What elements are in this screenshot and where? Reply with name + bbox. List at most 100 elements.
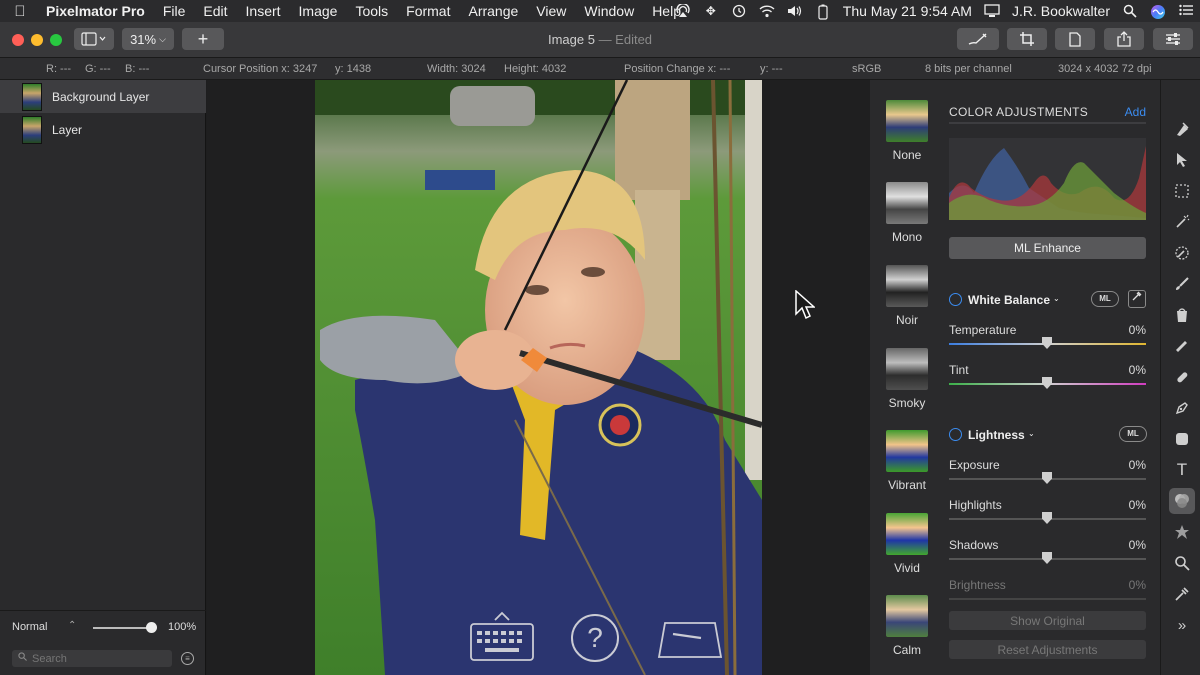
new-document-button[interactable] bbox=[1055, 28, 1095, 50]
notification-center-icon[interactable] bbox=[1178, 4, 1194, 18]
menu-arrange[interactable]: Arrange bbox=[459, 3, 527, 19]
menu-edit[interactable]: Edit bbox=[194, 3, 236, 19]
style-tool-icon[interactable] bbox=[1169, 116, 1195, 142]
white-balance-header[interactable]: White Balance ⌄ ML bbox=[949, 290, 1149, 309]
share-button[interactable] bbox=[1104, 28, 1144, 50]
slider-knob[interactable] bbox=[1042, 337, 1052, 349]
preset-vivid[interactable]: Vivid bbox=[870, 513, 944, 593]
battery-icon[interactable] bbox=[815, 4, 831, 20]
slider-track[interactable] bbox=[949, 598, 1146, 600]
opacity-slider-track[interactable] bbox=[93, 627, 153, 629]
retouch-tool-icon[interactable] bbox=[1169, 364, 1195, 390]
slider-knob[interactable] bbox=[1042, 552, 1052, 564]
menu-insert[interactable]: Insert bbox=[237, 3, 290, 19]
type-tool-icon[interactable]: T bbox=[1169, 457, 1195, 483]
chevron-down-icon[interactable]: ⌄ bbox=[1053, 294, 1060, 303]
quick-selection-tool-icon[interactable] bbox=[1169, 209, 1195, 235]
layer-row-background[interactable]: Background Layer bbox=[0, 80, 206, 113]
shape-tool-icon[interactable] bbox=[1169, 426, 1195, 452]
wifi-icon[interactable] bbox=[759, 4, 775, 18]
reset-adjustments-button[interactable]: Reset Adjustments bbox=[949, 640, 1146, 659]
fullscreen-window-button[interactable] bbox=[50, 34, 62, 46]
apple-menu-icon[interactable]:  bbox=[0, 3, 40, 20]
preset-noir[interactable]: Noir bbox=[870, 265, 944, 345]
photo-archer[interactable] bbox=[315, 80, 762, 675]
menubar-clock[interactable]: Thu May 21 9:54 AM bbox=[843, 3, 972, 19]
menu-format[interactable]: Format bbox=[397, 3, 459, 19]
slider-knob[interactable] bbox=[1042, 377, 1052, 389]
color-picker-tool-icon[interactable] bbox=[1169, 240, 1195, 266]
layer-row-layer[interactable]: Layer bbox=[0, 113, 206, 146]
close-window-button[interactable] bbox=[12, 34, 24, 46]
toggle-circle-icon[interactable] bbox=[949, 428, 962, 441]
menu-window[interactable]: Window bbox=[575, 3, 643, 19]
time-machine-icon[interactable] bbox=[731, 4, 747, 18]
menu-tools[interactable]: Tools bbox=[346, 3, 397, 19]
highlights-slider[interactable]: Highlights 0% bbox=[949, 498, 1146, 532]
eyedropper-tool-icon[interactable] bbox=[1169, 581, 1195, 607]
lightness-ml-button[interactable]: ML bbox=[1119, 426, 1147, 442]
eyedropper-icon[interactable] bbox=[1128, 290, 1146, 308]
paint-brush-tool-icon[interactable] bbox=[1169, 271, 1195, 297]
ml-enhance-button[interactable]: ML Enhance bbox=[949, 237, 1146, 259]
menu-app-name[interactable]: Pixelmator Pro bbox=[40, 3, 154, 19]
slider-knob[interactable] bbox=[1042, 472, 1052, 484]
brightness-slider[interactable]: Brightness 0% bbox=[949, 578, 1146, 600]
preset-none[interactable]: None bbox=[870, 100, 944, 180]
keyboard-icon[interactable] bbox=[469, 610, 535, 667]
blend-mode-stepper-icon[interactable]: ⌃ bbox=[68, 620, 76, 631]
add-adjustment-button[interactable]: Add bbox=[1125, 105, 1146, 119]
pen-tool-icon[interactable] bbox=[1169, 395, 1195, 421]
exposure-slider[interactable]: Exposure 0% bbox=[949, 458, 1146, 492]
zoom-tool-icon[interactable] bbox=[1169, 550, 1195, 576]
siri-icon[interactable] bbox=[1150, 4, 1166, 19]
trackpad-icon[interactable] bbox=[657, 620, 723, 665]
color-adjustments-tool-icon[interactable] bbox=[1169, 488, 1195, 514]
effects-tool-icon[interactable] bbox=[1169, 519, 1195, 545]
show-original-button[interactable]: Show Original bbox=[949, 611, 1146, 630]
tint-label: Tint bbox=[949, 363, 969, 377]
more-tools-icon[interactable]: » bbox=[1169, 612, 1195, 638]
airplay-icon[interactable] bbox=[675, 3, 691, 18]
crop-button[interactable] bbox=[1007, 28, 1047, 50]
toggle-circle-icon[interactable] bbox=[949, 293, 962, 306]
add-button[interactable]: + bbox=[182, 28, 224, 50]
blend-mode-select[interactable]: Normal bbox=[12, 621, 47, 633]
preset-vibrant[interactable]: Vibrant bbox=[870, 430, 944, 510]
chevron-down-icon[interactable]: ⌄ bbox=[1028, 429, 1035, 438]
arrange-tool-icon[interactable] bbox=[1169, 147, 1195, 173]
adjustments-toggle-button[interactable] bbox=[1153, 28, 1193, 50]
preset-smoky[interactable]: Smoky bbox=[870, 348, 944, 428]
paint-tool-button[interactable] bbox=[957, 28, 999, 50]
spotlight-search-icon[interactable] bbox=[1122, 4, 1138, 18]
help-icon[interactable]: ? bbox=[569, 612, 621, 669]
minimize-window-button[interactable] bbox=[31, 34, 43, 46]
blend-controls: Normal ⌃ 100% bbox=[0, 610, 206, 642]
shadows-slider[interactable]: Shadows 0% bbox=[949, 538, 1146, 572]
temperature-slider[interactable]: Temperature 0% bbox=[949, 323, 1146, 357]
menu-image[interactable]: Image bbox=[290, 3, 347, 19]
menu-file[interactable]: File bbox=[154, 3, 195, 19]
search-input[interactable] bbox=[32, 651, 162, 666]
move-icon[interactable]: ✥ bbox=[703, 4, 719, 18]
paint-bucket-tool-icon[interactable] bbox=[1169, 302, 1195, 328]
menu-view[interactable]: View bbox=[527, 3, 575, 19]
display-icon[interactable] bbox=[984, 4, 1000, 18]
menubar-user[interactable]: J.R. Bookwalter bbox=[1012, 3, 1110, 19]
volume-icon[interactable] bbox=[787, 4, 803, 18]
selection-tool-icon[interactable] bbox=[1169, 178, 1195, 204]
slider-knob[interactable] bbox=[1042, 512, 1052, 524]
image-canvas[interactable]: ? bbox=[207, 80, 870, 675]
preset-mono[interactable]: Mono bbox=[870, 182, 944, 262]
zoom-dropdown[interactable]: 31% ⌵ bbox=[122, 28, 174, 50]
white-balance-ml-button[interactable]: ML bbox=[1091, 291, 1119, 307]
sidebar-toggle-button[interactable] bbox=[74, 28, 114, 50]
filter-icon[interactable]: ≡ bbox=[181, 652, 194, 665]
tint-slider[interactable]: Tint 0% bbox=[949, 363, 1146, 397]
preset-calm[interactable]: Calm bbox=[870, 595, 944, 675]
preset-thumbnail bbox=[886, 513, 928, 555]
opacity-slider-knob[interactable] bbox=[146, 622, 157, 633]
erase-tool-icon[interactable] bbox=[1169, 333, 1195, 359]
layer-search-field[interactable] bbox=[12, 650, 172, 667]
lightness-header[interactable]: Lightness ⌄ ML bbox=[949, 426, 1149, 444]
